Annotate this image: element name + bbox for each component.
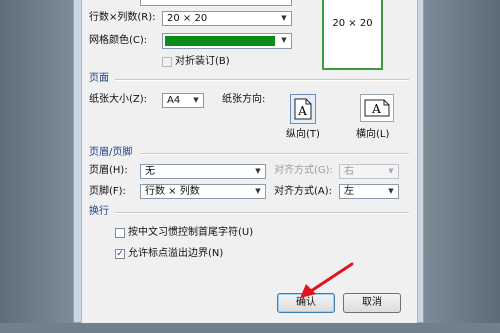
header-align-select[interactable]: 右 ▼	[339, 164, 399, 179]
desktop-background-bottom	[0, 323, 500, 333]
chevron-down-icon: ▼	[255, 167, 261, 175]
line-break-section-title: 换行	[89, 206, 109, 217]
footer-align-value: 左	[344, 186, 354, 197]
grid-color-swatch	[165, 36, 275, 46]
chevron-down-icon: ▼	[388, 187, 394, 195]
svg-text:A: A	[297, 104, 307, 118]
fold-binding-label: 对折装订(B)	[175, 56, 230, 67]
chevron-down-icon: ▼	[193, 96, 199, 104]
page-section-divider	[115, 79, 409, 81]
chevron-down-icon: ▼	[388, 167, 394, 175]
portrait-page-icon: A	[294, 98, 312, 120]
line-break-option1-checkbox[interactable]	[115, 228, 125, 238]
header-value: 无	[145, 166, 155, 177]
footer-value: 行数 × 列数	[145, 186, 200, 197]
chevron-down-icon: ▼	[255, 187, 261, 195]
desktop-background-left	[0, 0, 73, 333]
chevron-down-icon: ▼	[281, 14, 287, 22]
grid-color-select[interactable]: ▼	[162, 33, 292, 49]
rows-cols-select[interactable]: 20 × 20 ▼	[162, 11, 292, 26]
footer-align-select[interactable]: 左 ▼	[339, 184, 399, 199]
line-break-option1-label: 按中文习惯控制首尾字符(U)	[128, 227, 254, 238]
rows-cols-label: 行数×列数(R):	[89, 12, 156, 23]
grid-color-label: 网格颜色(C):	[89, 35, 148, 46]
page-section-title: 页面	[89, 73, 109, 84]
paper-size-label: 纸张大小(Z):	[89, 94, 148, 105]
orientation-label: 纸张方向:	[222, 94, 266, 105]
paper-size-select[interactable]: A4 ▼	[162, 93, 204, 108]
rows-cols-value: 20 × 20	[167, 13, 208, 24]
landscape-page-icon: A	[364, 99, 390, 117]
line-break-option2-checkbox[interactable]: ✓	[115, 249, 125, 259]
header-select[interactable]: 无 ▼	[140, 164, 266, 179]
footer-select[interactable]: 行数 × 列数 ▼	[140, 184, 266, 199]
annotation-arrow-icon	[300, 262, 354, 298]
portrait-button[interactable]: A	[290, 94, 316, 124]
desktop-background-right	[424, 0, 500, 333]
landscape-label: 横向(L)	[356, 129, 390, 140]
header-footer-section-divider	[140, 153, 409, 155]
svg-text:A: A	[371, 102, 381, 116]
paper-size-value: A4	[167, 95, 181, 106]
line-break-option2-label: 允许标点溢出边界(N)	[128, 248, 224, 259]
line-break-section-divider	[115, 212, 409, 214]
grid-preview-text: 20 × 20	[332, 18, 373, 29]
grid-preview: 20 × 20	[322, 0, 383, 70]
footer-label: 页脚(F):	[89, 186, 126, 197]
header-align-value: 右	[344, 166, 354, 177]
landscape-button[interactable]: A	[360, 94, 394, 122]
header-footer-section-title: 页眉/页脚	[89, 147, 133, 158]
header-align-label: 对齐方式(G):	[274, 165, 333, 176]
chevron-down-icon: ▼	[281, 36, 287, 44]
top-partial-combo[interactable]	[140, 0, 292, 6]
header-label: 页眉(H):	[89, 165, 128, 176]
fold-binding-checkbox[interactable]	[162, 57, 172, 67]
footer-align-label: 对齐方式(A):	[274, 186, 333, 197]
portrait-label: 纵向(T)	[286, 129, 320, 140]
